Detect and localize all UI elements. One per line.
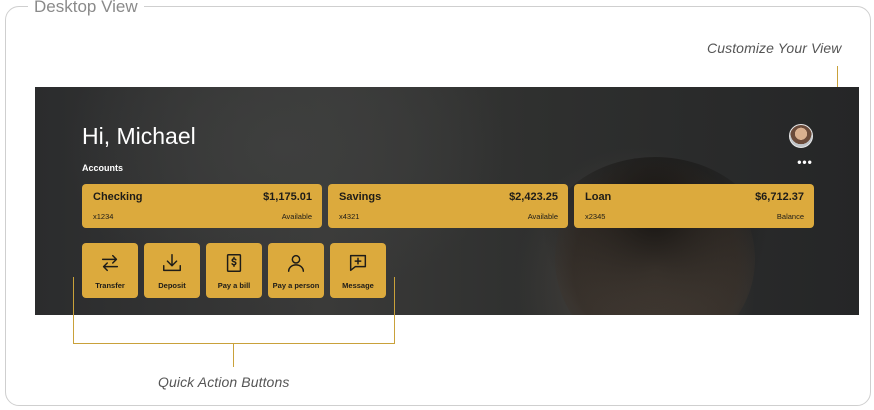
account-name: Loan: [585, 191, 612, 203]
transfer-button[interactable]: Transfer: [82, 243, 138, 298]
account-status: Balance: [776, 212, 804, 221]
accounts-label: Accounts: [82, 163, 124, 173]
quick-action-label: Message: [342, 281, 374, 290]
person-icon: [287, 254, 305, 272]
quick-action-label: Pay a person: [272, 281, 320, 290]
quick-action-bracket-stem: [233, 343, 234, 367]
bill-icon: [226, 254, 242, 272]
account-name: Checking: [93, 191, 143, 203]
quick-action-label: Pay a bill: [217, 281, 251, 290]
customize-annotation: Customize Your View: [707, 40, 842, 56]
quick-action-label: Deposit: [158, 281, 186, 290]
account-status: Available: [281, 212, 312, 221]
account-amount: $6,712.37: [755, 191, 804, 203]
account-status: Available: [527, 212, 558, 221]
frame-title: Desktop View: [28, 0, 144, 16]
account-card-checking[interactable]: Checking $1,175.01 x1234 Available: [82, 184, 322, 228]
account-number: x4321: [339, 212, 360, 221]
account-number: x1234: [93, 212, 114, 221]
account-name: Savings: [339, 191, 382, 203]
greeting-title: Hi, Michael: [82, 123, 196, 149]
message-button[interactable]: Message: [330, 243, 386, 298]
account-card-savings[interactable]: Savings $2,423.25 x4321 Available: [328, 184, 568, 228]
quick-action-annotation: Quick Action Buttons: [158, 374, 290, 390]
pay-person-button[interactable]: Pay a person: [268, 243, 324, 298]
pay-bill-button[interactable]: Pay a bill: [206, 243, 262, 298]
more-options-icon[interactable]: •••: [795, 155, 815, 169]
dashboard-hero: Hi, Michael Accounts ••• Checking $1,175…: [35, 87, 859, 315]
account-number: x2345: [585, 212, 606, 221]
quick-action-label: Transfer: [95, 281, 125, 290]
message-icon: [349, 254, 367, 272]
hero-background-shadow: [540, 157, 770, 315]
quick-action-bracket-bottom: [73, 343, 395, 344]
deposit-button[interactable]: Deposit: [144, 243, 200, 298]
account-amount: $1,175.01: [263, 191, 312, 203]
user-avatar[interactable]: [789, 124, 813, 148]
quick-action-bracket-right: [394, 277, 395, 344]
account-card-loan[interactable]: Loan $6,712.37 x2345 Balance: [574, 184, 814, 228]
deposit-icon: [163, 254, 181, 272]
quick-action-bracket-left: [73, 277, 74, 344]
transfer-icon: [101, 254, 119, 272]
account-amount: $2,423.25: [509, 191, 558, 203]
